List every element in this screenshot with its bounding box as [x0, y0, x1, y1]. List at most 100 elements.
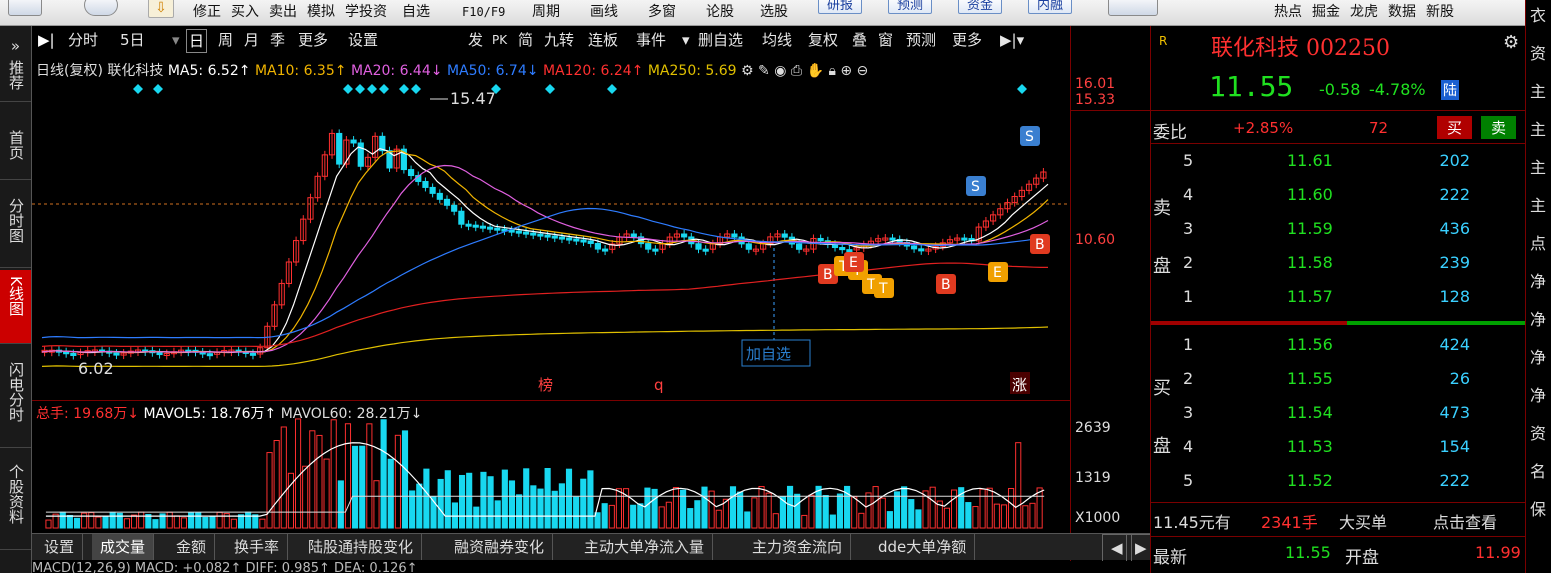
zoom-in-icon[interactable]: ⊕ — [840, 63, 852, 79]
ask-row[interactable]: 3 11.59 436 — [1151, 212, 1526, 246]
tool-limitup[interactable]: 连板 — [586, 28, 620, 52]
toolbar-hot[interactable]: 热点 — [1274, 0, 1302, 24]
toolbar-buy[interactable]: 买入 — [231, 0, 259, 24]
tab-day[interactable]: 日 — [186, 29, 208, 53]
zoom-out-icon[interactable]: ⊖ — [857, 63, 869, 79]
eye-icon[interactable]: ◉ — [774, 63, 786, 79]
dropdown-icon[interactable]: ▾ — [170, 28, 182, 52]
candle-body — [796, 243, 803, 250]
tab-quarter[interactable]: 季 — [268, 28, 287, 52]
tab-week[interactable]: 周 — [216, 28, 235, 52]
nav-flash[interactable]: 闪电分时 — [0, 356, 31, 448]
next-icon[interactable]: ▶|▾ — [998, 28, 1026, 52]
toolbar-ipo[interactable]: 新股 — [1426, 0, 1454, 24]
kline-chart[interactable]: SSBBBTTTTEE 15.47 6.02 加自选 榜 q 涨 — [32, 56, 1070, 398]
tool-more[interactable]: 更多 — [950, 28, 984, 52]
tool-forecast[interactable]: 预测 — [904, 28, 938, 52]
tab-timeshare[interactable]: 分时 — [66, 28, 100, 52]
nav-profile[interactable]: 个股资料 — [0, 458, 31, 550]
tool-remove-watch[interactable]: 删自选 — [696, 28, 745, 52]
cloud-icon[interactable] — [84, 0, 118, 16]
tab-big-order[interactable]: 主动大单净流入量 — [576, 534, 714, 560]
play-icon[interactable]: ▶| — [36, 28, 57, 52]
toolbar-screener[interactable]: 选股 — [760, 0, 788, 24]
tool-adjust[interactable]: 复权 — [806, 28, 840, 52]
toolbar-learn[interactable]: 学投资 — [345, 0, 387, 24]
nav-home[interactable]: 首页 — [0, 124, 31, 180]
toolbar-sell[interactable]: 卖出 — [269, 0, 297, 24]
tool-fa[interactable]: 发 — [466, 28, 485, 52]
chart-title: 日线(复权) — [36, 63, 103, 79]
nav-recommend[interactable]: 推荐 — [0, 54, 31, 102]
tab-turnover[interactable]: 换手率 — [226, 534, 289, 560]
toolbar-funds[interactable]: 资金 — [958, 0, 1003, 14]
bell-icon[interactable] — [1108, 0, 1158, 16]
open-label: 开盘 — [1345, 548, 1379, 568]
edge-label: 衣 — [1530, 6, 1547, 25]
ma250-value: MA250: 5.69 — [647, 63, 737, 79]
toolbar-period[interactable]: 周期 — [532, 0, 560, 24]
bid-row[interactable]: 3 11.54 473 — [1151, 396, 1526, 430]
tab-main-flow[interactable]: 主力资金流向 — [744, 534, 852, 560]
tab-dde[interactable]: dde大单净额 — [870, 534, 976, 560]
toolbar-dragon[interactable]: 龙虎 — [1350, 0, 1378, 24]
print-icon[interactable]: ⎙ — [791, 63, 802, 79]
big-order-link[interactable]: 点击查看 — [1433, 509, 1497, 533]
ask-row[interactable]: 1 11.57 128 — [1151, 280, 1526, 314]
bid-row[interactable]: 2 11.55 26 — [1151, 362, 1526, 396]
tab-hk-connect[interactable]: 陆股通持股变化 — [300, 534, 423, 560]
ask-row[interactable]: 4 11.60 222 — [1151, 178, 1526, 212]
toolbar-dig[interactable]: 掘金 — [1312, 0, 1340, 24]
tool-ma[interactable]: 均线 — [760, 28, 794, 52]
candle-body — [652, 248, 659, 252]
tool-overlay[interactable]: 叠 — [850, 28, 869, 52]
tab-settings[interactable]: 设置 — [346, 28, 380, 52]
volume-bar — [444, 470, 451, 529]
bid-row[interactable]: 5 11.52 222 — [1151, 464, 1526, 498]
bid-row[interactable]: 4 11.53 154 — [1151, 430, 1526, 464]
gear-icon[interactable]: ⚙ — [741, 63, 754, 79]
toolbar-simulate[interactable]: 模拟 — [307, 0, 335, 24]
home-icon[interactable] — [8, 0, 42, 16]
nav-timeshare[interactable]: 分时图 — [0, 192, 31, 268]
toolbar-research[interactable]: 研报 — [818, 0, 863, 14]
toolbar-margin[interactable]: 内融 — [1028, 0, 1073, 14]
nav-kline[interactable]: K线图 — [0, 270, 31, 344]
hand-icon[interactable]: ✋ — [807, 63, 824, 79]
tool-pk[interactable]: PK — [490, 28, 509, 52]
pen-icon[interactable]: ✎ — [758, 63, 770, 79]
download-icon[interactable]: ⇩ — [148, 0, 174, 18]
tool-simple[interactable]: 简 — [516, 28, 535, 52]
tab-volume[interactable]: 成交量 — [92, 534, 155, 560]
buy-button[interactable]: 买 — [1437, 116, 1473, 139]
toolbar-f10[interactable]: F10/F9 — [462, 0, 505, 24]
ask-row[interactable]: 5 11.61 202 — [1151, 144, 1526, 178]
book-level: 1 — [1183, 287, 1194, 306]
toolbar-watchlist[interactable]: 自选 — [402, 0, 430, 24]
toolbar-forecast[interactable]: 预测 — [888, 0, 933, 14]
tab-margin[interactable]: 融资融券变化 — [446, 534, 554, 560]
tab-month[interactable]: 月 — [242, 28, 261, 52]
tool-event[interactable]: 事件 — [634, 28, 668, 52]
lock-icon[interactable]: 🔒︎ — [828, 63, 835, 79]
tab-more[interactable]: 更多 — [296, 28, 330, 52]
tool-window[interactable]: 窗 — [876, 28, 895, 52]
ask-row[interactable]: 2 11.58 239 — [1151, 246, 1526, 280]
bid-row[interactable]: 1 11.56 424 — [1151, 328, 1526, 362]
toolbar-data[interactable]: 数据 — [1388, 0, 1416, 24]
settings-gear-icon[interactable]: ⚙ — [1503, 32, 1519, 53]
toolbar-multiwin[interactable]: 多窗 — [648, 0, 676, 24]
toolbar-xiuzheng[interactable]: 修正 — [193, 0, 221, 24]
volume-bar — [237, 514, 245, 529]
tab-setting[interactable]: 设置 — [36, 534, 84, 560]
expand-icon[interactable]: » — [0, 38, 31, 54]
tab-5day[interactable]: 5日 — [118, 28, 147, 52]
star-icon[interactable]: R — [1159, 34, 1167, 48]
tab-amount[interactable]: 金额 — [168, 534, 216, 560]
volume-bar — [986, 487, 993, 529]
dropdown-icon[interactable]: ▾ — [680, 28, 692, 52]
sell-button[interactable]: 卖 — [1481, 116, 1517, 139]
toolbar-forum[interactable]: 论股 — [706, 0, 734, 24]
tool-nine[interactable]: 九转 — [542, 28, 576, 52]
toolbar-draw[interactable]: 画线 — [590, 0, 618, 24]
